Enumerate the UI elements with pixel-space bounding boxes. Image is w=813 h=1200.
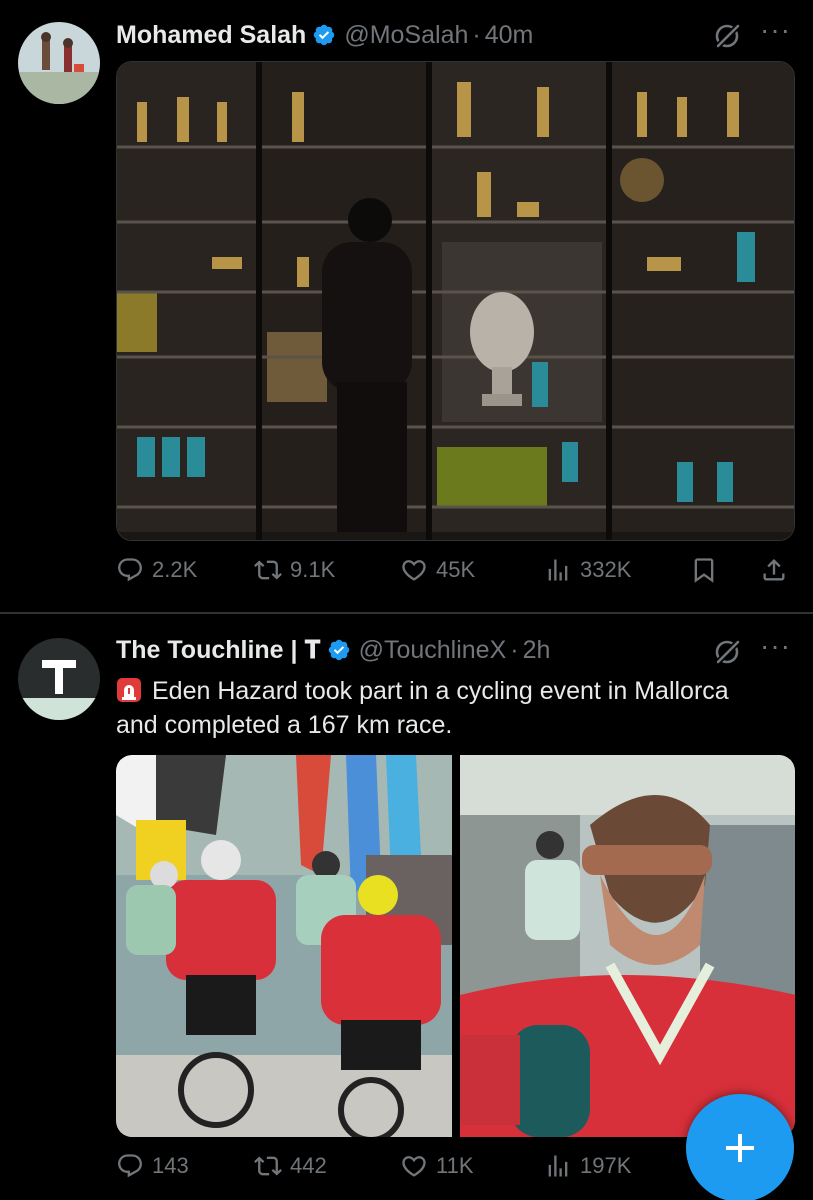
bookmark-icon <box>694 558 714 583</box>
tweet[interactable]: Mohamed Salah @MoSalah · 40m ··· 2.2K 9.… <box>0 0 813 612</box>
tweet-header: The Touchline | 𝐓 @TouchlineX · 2h <box>116 633 550 667</box>
compose-button[interactable] <box>686 1094 794 1200</box>
view-count: 197K <box>580 1153 632 1178</box>
grok-icon[interactable] <box>712 636 744 668</box>
like-button[interactable]: 45K <box>400 556 475 584</box>
author-name[interactable]: The Touchline | 𝐓 <box>116 636 321 665</box>
reply-icon <box>118 1154 142 1178</box>
view-count: 332K <box>580 557 632 582</box>
share-icon <box>763 559 785 581</box>
author-handle[interactable]: @MoSalah <box>344 21 468 50</box>
tweet-header: Mohamed Salah @MoSalah · 40m <box>116 18 533 52</box>
more-options-icon[interactable]: ··· <box>760 14 791 46</box>
retweet-icon <box>254 1156 282 1176</box>
tweet[interactable]: The Touchline | 𝐓 @TouchlineX · 2h ··· E… <box>0 614 813 1200</box>
tweet-media-grid <box>116 755 795 1137</box>
separator-dot: · <box>472 20 481 49</box>
bookmark-button[interactable] <box>690 556 718 584</box>
reply-button[interactable]: 2.2K <box>116 556 197 584</box>
retweet-button[interactable]: 9.1K <box>254 556 335 584</box>
views-chart-icon <box>548 559 568 581</box>
separator-dot: · <box>510 635 519 664</box>
tweet-media-photo[interactable] <box>459 755 795 1137</box>
verified-badge-icon <box>328 639 349 661</box>
reply-button[interactable]: 143 <box>116 1152 189 1180</box>
timestamp[interactable]: 40m <box>485 21 534 50</box>
tweet-media-photo[interactable] <box>116 755 452 1137</box>
cycling-race-photo <box>116 755 452 1137</box>
verified-badge-icon <box>314 24 335 46</box>
reply-count: 143 <box>152 1153 189 1178</box>
like-count: 11K <box>436 1153 474 1178</box>
retweet-count: 9.1K <box>290 557 336 582</box>
reply-count: 2.2K <box>152 557 198 582</box>
retweet-button[interactable]: 442 <box>254 1152 327 1180</box>
retweet-icon <box>254 560 282 580</box>
tweet-text: Eden Hazard took part in a cycling event… <box>116 674 756 742</box>
trophy-cabinet-photo <box>117 62 794 540</box>
heart-icon <box>402 560 426 581</box>
plus-icon <box>726 1134 754 1162</box>
author-avatar[interactable] <box>18 22 100 104</box>
tweet-actions: 2.2K 9.1K 45K 332K <box>116 556 796 592</box>
grok-icon[interactable] <box>712 20 744 52</box>
author-handle[interactable]: @TouchlineX <box>359 636 507 665</box>
views-chart-icon <box>548 1155 568 1177</box>
timestamp[interactable]: 2h <box>523 636 551 665</box>
heart-icon <box>402 1156 426 1177</box>
tweet-text-body: Eden Hazard took part in a cycling event… <box>116 677 729 739</box>
author-name[interactable]: Mohamed Salah <box>116 21 306 50</box>
views-button[interactable]: 197K <box>544 1152 631 1180</box>
like-count: 45K <box>436 557 476 582</box>
interview-photo <box>459 755 795 1137</box>
reply-icon <box>118 558 142 582</box>
share-button[interactable] <box>760 556 788 584</box>
retweet-count: 442 <box>290 1153 327 1178</box>
like-button[interactable]: 11K <box>400 1152 474 1180</box>
more-options-icon[interactable]: ··· <box>760 630 791 662</box>
siren-icon <box>117 678 141 702</box>
author-avatar[interactable] <box>18 638 100 720</box>
views-button[interactable]: 332K <box>544 556 631 584</box>
tweet-media-photo[interactable] <box>116 61 795 541</box>
